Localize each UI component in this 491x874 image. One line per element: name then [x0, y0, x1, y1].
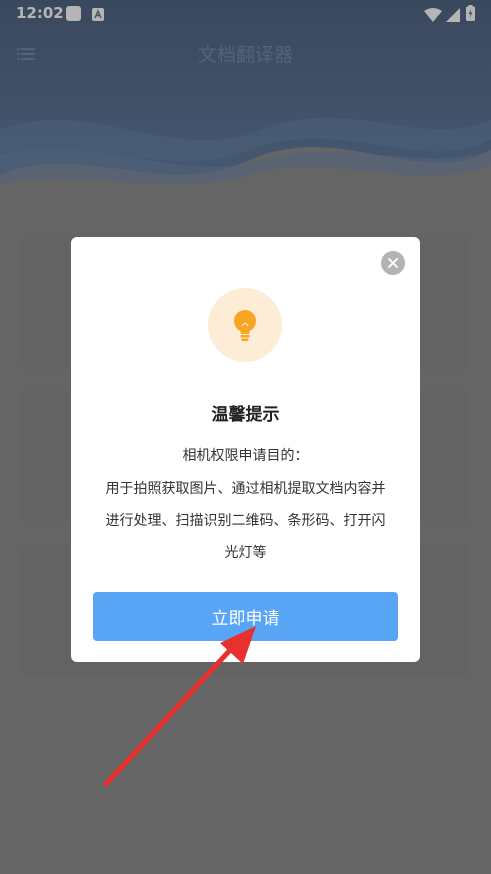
close-button[interactable] [381, 251, 405, 275]
purpose-line-3: 光灯等 [224, 545, 267, 561]
apply-now-button[interactable]: 立即申请 [93, 592, 398, 641]
purpose-heading: 相机权限申请目的： [182, 448, 309, 464]
dialog-title: 温馨提示 [211, 405, 280, 425]
bulb-badge [208, 288, 282, 362]
purpose-line-1: 用于拍照获取图片、通过相机提取文档内容并 [105, 481, 386, 497]
permission-dialog: 温馨提示 相机权限申请目的： 用于拍照获取图片、通过相机提取文档内容并 进行处理… [71, 237, 420, 662]
purpose-line-2: 进行处理、扫描识别二维码、条形码、打开闪 [105, 513, 386, 529]
close-icon [388, 258, 398, 268]
lightbulb-icon [234, 310, 256, 341]
